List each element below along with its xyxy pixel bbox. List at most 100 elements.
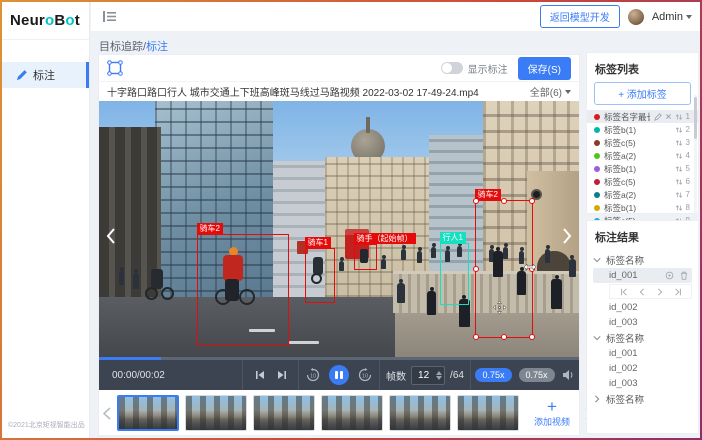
speed-current-pill[interactable]: 0.75x [475,368,511,382]
result-group[interactable]: 标签名称 [593,391,692,407]
video-progress-bar[interactable] [99,357,579,360]
annotation-box-label: 骑手（起始帧） [354,233,416,244]
resize-handle[interactable] [473,198,479,204]
back-to-model-dev-button[interactable]: 返回模型开发 [540,5,620,28]
toggle-switch[interactable] [441,62,463,74]
video-thumbnail[interactable] [389,395,451,431]
annotation-box[interactable]: 行人1 [440,243,469,305]
tag-color-dot [594,140,600,146]
video-thumbnail[interactable] [117,395,179,431]
avatar[interactable] [628,9,644,25]
volume-icon[interactable] [562,369,575,381]
user-menu[interactable]: Admin [652,11,692,23]
logo-text: Neur [10,12,45,29]
next-frame-button[interactable] [277,370,287,380]
tag-row[interactable]: 标签c(5) 6 [587,175,698,188]
annotation-box[interactable]: 骑车2 [197,234,289,346]
tag-row[interactable]: 标签b(1) 8 [587,201,698,214]
resize-handle[interactable] [529,198,535,204]
forward-10-icon[interactable]: 10 [358,368,372,382]
sort-icon[interactable] [675,204,683,212]
video-canvas[interactable]: 骑车2 骑车1 骑手（起始帧） 行人1 骑车2 [99,101,579,357]
sort-icon[interactable] [675,191,683,199]
tag-row[interactable]: 标签b(1) 5 [587,162,698,175]
prev-frame-icon[interactable] [638,288,646,296]
rewind-10-icon[interactable]: 10 [306,368,320,382]
resize-handle[interactable] [501,334,507,340]
next-video-chevron[interactable] [559,223,575,249]
sidebar-collapse-icon[interactable] [103,11,116,22]
last-frame-icon[interactable] [674,288,682,296]
thumbnail-image [119,397,177,429]
visibility-icon[interactable] [665,271,674,280]
resize-handle[interactable] [473,266,479,272]
annotation-box-label: 骑车2 [197,223,223,234]
pause-button[interactable] [329,365,349,385]
frame-number-input[interactable]: 12 [411,366,445,385]
resize-handle[interactable] [501,198,507,204]
frame-pager [609,284,692,299]
filmstrip-prev-chevron[interactable] [103,407,111,420]
resize-handle[interactable] [529,334,535,340]
logo-text: o [65,12,74,29]
sort-icon[interactable] [675,126,683,134]
video-thumbnail[interactable] [457,395,519,431]
tag-order: 4 [686,151,690,160]
save-button[interactable]: 保存(S) [518,57,571,80]
tag-row[interactable]: 标签b(1) 2 [587,123,698,136]
delete-icon[interactable] [665,113,672,120]
result-item[interactable]: id_001 [593,268,692,283]
resize-handle[interactable] [473,334,479,340]
chevron-down-icon [686,15,692,19]
breadcrumb-parent[interactable]: 目标追踪 [99,41,143,53]
tag-row[interactable]: 标签c(5) 3 [587,136,698,149]
tag-order: 6 [686,177,690,186]
add-video-button[interactable]: +添加视频 [525,393,579,433]
prev-video-chevron[interactable] [103,223,119,249]
result-item[interactable]: id_001 [593,346,692,361]
speed-default-pill[interactable]: 0.75x [519,368,555,382]
next-frame-icon[interactable] [656,288,664,296]
prev-frame-button[interactable] [255,370,265,380]
annotation-box[interactable]: 骑车1 [305,248,335,303]
plus-icon: + [547,399,557,415]
tag-label: 标签名字最长数... [604,111,650,123]
sort-icon[interactable] [675,178,683,186]
tag-list-scrollbar[interactable] [694,95,697,213]
result-group[interactable]: 标签名称 [593,252,692,268]
result-item[interactable]: id_003 [593,315,692,330]
result-item[interactable]: id_002 [593,361,692,376]
tag-panel-title: 标签列表 [587,53,698,82]
frame-increment-icon[interactable] [436,371,442,375]
add-tag-button[interactable]: + 添加标签 [594,82,691,105]
sort-icon[interactable] [675,152,683,160]
tag-row[interactable]: 标签名字最长数... 1 [587,110,698,123]
edit-icon[interactable] [654,113,662,121]
tag-row[interactable]: 标签a(2) 4 [587,149,698,162]
sidebar-item-annotate[interactable]: 标注 [2,62,89,88]
trash-icon[interactable] [680,271,688,280]
video-thumbnail[interactable] [321,395,383,431]
video-filter-dropdown[interactable]: 全部(6) [530,84,571,99]
bounding-box-tool-icon[interactable] [107,60,123,76]
frame-number-value: 12 [418,370,432,381]
frame-total-label: /64 [450,370,464,381]
sort-icon[interactable] [675,113,683,121]
tag-label: 标签a(2) [604,150,671,162]
tag-row[interactable]: 标签a(2) 7 [587,188,698,201]
tag-color-dot [594,127,600,133]
result-item[interactable]: id_002 [593,300,692,315]
sort-icon[interactable] [675,139,683,147]
annotation-box-label: 骑车1 [305,237,331,248]
result-group[interactable]: 标签名称 [593,330,692,346]
show-annotation-toggle[interactable]: 显示标注 [441,61,508,76]
result-item[interactable]: id_003 [593,376,692,391]
frame-decrement-icon[interactable] [436,376,442,380]
video-thumbnail[interactable] [185,395,247,431]
filmstrip: +添加视频 [99,390,579,436]
first-frame-icon[interactable] [620,288,628,296]
annotation-box[interactable]: 骑手（起始帧） [354,244,377,270]
sort-icon[interactable] [675,165,683,173]
video-thumbnail[interactable] [253,395,315,431]
tag-label: 标签b(1) [604,124,671,136]
